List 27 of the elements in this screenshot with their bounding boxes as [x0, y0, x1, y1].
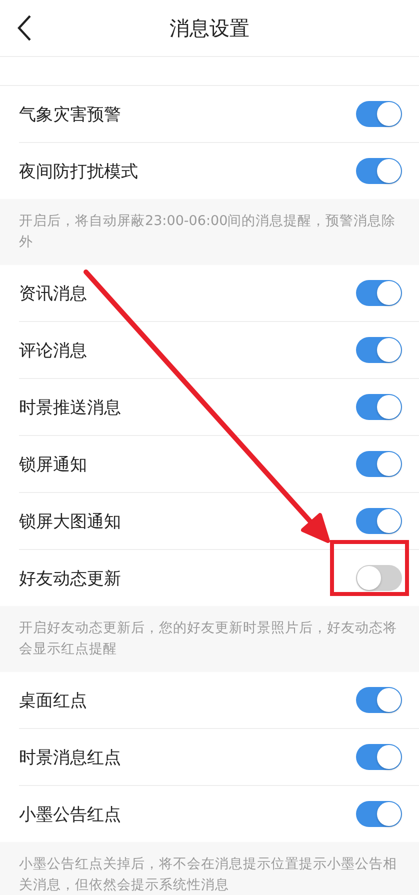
note-text: 开启后，将自动屏蔽23:00-06:00间的消息提醒，预警消息除外	[19, 212, 397, 252]
toggle-switch[interactable]	[356, 801, 402, 827]
note-text: 小墨公告红点关掉后，将不会在消息提示位置提示小墨公告相关消息，但依然会提示系统性消息	[19, 855, 398, 895]
toggle-switch[interactable]	[356, 451, 402, 477]
setting-label: 小墨公告红点	[19, 804, 121, 826]
toggle-switch[interactable]	[356, 280, 402, 306]
page-title: 消息设置	[170, 14, 250, 42]
toggle-switch[interactable]	[356, 337, 402, 363]
toggle-switch[interactable]	[356, 394, 402, 420]
setting-label: 时景消息红点	[19, 746, 121, 768]
setting-label: 时景推送消息	[19, 396, 121, 418]
toggle-switch[interactable]	[356, 687, 402, 713]
note-text: 开启好友动态更新后，您的好友更新时景照片后，好友动态将会显示红点提醒	[19, 619, 398, 659]
setting-label: 资讯消息	[19, 282, 87, 304]
setting-label: 桌面红点	[19, 690, 87, 712]
toggle-switch[interactable]	[356, 744, 402, 770]
toggle-switch[interactable]	[356, 565, 402, 591]
setting-label: 评论消息	[19, 340, 87, 362]
setting-label: 好友动态更新	[19, 568, 121, 590]
setting-label: 夜间防打扰模式	[19, 160, 138, 182]
toggle-switch[interactable]	[356, 101, 402, 127]
setting-label: 气象灾害预警	[19, 104, 121, 126]
toggle-switch[interactable]	[356, 508, 402, 534]
setting-label: 锁屏大图通知	[19, 510, 121, 532]
setting-label: 锁屏通知	[19, 454, 87, 476]
back-icon	[16, 14, 32, 42]
toggle-switch[interactable]	[356, 158, 402, 184]
